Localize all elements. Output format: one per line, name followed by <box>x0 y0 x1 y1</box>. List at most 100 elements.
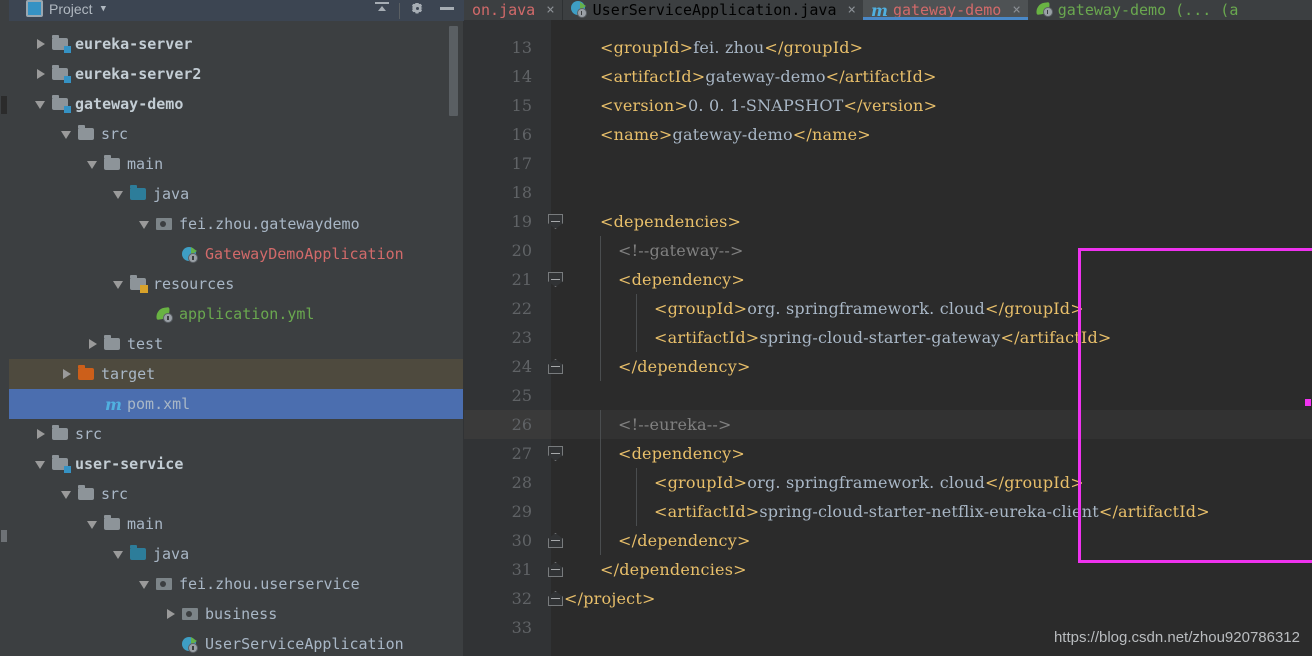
disclosure-open-icon[interactable] <box>35 459 46 470</box>
disclosure-open-icon[interactable] <box>87 519 98 530</box>
code-token: spring-cloud-starter-gateway <box>759 328 1001 347</box>
code-line[interactable]: 22 <groupId>org. springframework. cloud</… <box>464 294 1312 323</box>
disclosure-closed-icon[interactable] <box>165 608 176 620</box>
code-text: <dependency> <box>618 439 1312 468</box>
code-line[interactable]: 16 <name>gateway-demo</name> <box>464 120 1312 149</box>
tree-node-src[interactable]: src <box>9 119 464 149</box>
tree-node-main[interactable]: main <box>9 149 464 179</box>
disclosure-closed-icon[interactable] <box>35 68 46 80</box>
close-icon[interactable]: × <box>546 2 554 18</box>
disclosure-closed-icon[interactable] <box>35 428 46 440</box>
project-tree[interactable]: eureka-server eureka-server2 gateway-demo s… <box>9 21 464 656</box>
tree-node-java[interactable]: java <box>9 539 464 569</box>
tree-node-label: src <box>75 424 103 443</box>
code-line[interactable]: 30 </dependency> <box>464 526 1312 555</box>
editor-tab-gateway-demo-a[interactable]: gateway-demo (... (a <box>1028 0 1246 20</box>
code-line[interactable]: 14 <artifactId>gateway-demo</artifactId> <box>464 62 1312 91</box>
tree-node-business[interactable]: business <box>9 599 464 629</box>
disclosure-open-icon[interactable] <box>61 129 72 140</box>
disclosure-open-icon[interactable] <box>35 99 46 110</box>
code-token: > <box>849 38 864 57</box>
code-line[interactable]: 19 <dependencies> <box>464 207 1312 236</box>
disclosure-open-icon[interactable] <box>61 489 72 500</box>
settings-button[interactable] <box>402 0 432 19</box>
disclosure-open-icon[interactable] <box>113 549 124 560</box>
code-line[interactable]: 25 <box>464 381 1312 410</box>
code-line[interactable]: 28 <groupId>org. springframework. cloud</… <box>464 468 1312 497</box>
project-panel-title: Project <box>49 0 93 17</box>
indent-guide <box>636 497 637 526</box>
disclosure-open-icon[interactable] <box>139 579 150 590</box>
code-line[interactable]: 29 <artifactId>spring-cloud-starter-netfl… <box>464 497 1312 526</box>
code-line[interactable]: 24 </dependency> <box>464 352 1312 381</box>
tree-node-fei-zhou-gatewaydemo[interactable]: fei.zhou.gatewaydemo <box>9 209 464 239</box>
collapse-all-button[interactable] <box>367 0 397 19</box>
disclosure-open-icon[interactable] <box>139 219 150 230</box>
code-line[interactable]: 23 <artifactId>spring-cloud-starter-gatew… <box>464 323 1312 352</box>
tree-node-test[interactable]: test <box>9 329 464 359</box>
code-line[interactable]: 17 <box>464 149 1312 178</box>
project-tree-scrollbar[interactable] <box>449 26 458 116</box>
disclosure-open-icon[interactable] <box>113 189 124 200</box>
tree-node-src[interactable]: src <box>9 419 464 449</box>
tree-node-target[interactable]: target <box>9 359 464 389</box>
tree-node-label: java <box>153 184 190 203</box>
editor-tab-bar[interactable]: on.java × UserServiceApplication.java × m gat… <box>464 0 1312 20</box>
code-line[interactable]: 18 <box>464 178 1312 207</box>
chevron-down-icon[interactable]: ▼ <box>101 4 106 14</box>
code-line[interactable]: 13 <groupId>fei. zhou</groupId> <box>464 33 1312 62</box>
code-line[interactable]: 31 </dependencies> <box>464 555 1312 584</box>
tree-node-label: user-service <box>75 454 184 473</box>
editor-tab-on-java[interactable]: on.java × <box>464 0 562 20</box>
code-line[interactable]: 26 <!--eureka--> <box>464 410 1312 439</box>
close-icon[interactable]: × <box>848 2 856 18</box>
code-line[interactable]: 27 <dependency> <box>464 439 1312 468</box>
tree-node-userserviceapplication[interactable]: UserServiceApplication <box>9 629 464 656</box>
project-icon <box>26 0 43 17</box>
folder-icon <box>104 515 122 532</box>
line-number: 24 <box>511 357 532 376</box>
tree-node-src[interactable]: src <box>9 479 464 509</box>
code-token: artifactId <box>667 328 746 347</box>
tree-node-java[interactable]: java <box>9 179 464 209</box>
tree-node-resources[interactable]: resources <box>9 269 464 299</box>
tree-node-application-yml[interactable]: application.yml <box>9 299 464 329</box>
code-token: dependency <box>631 444 732 463</box>
code-editor[interactable]: 13 <groupId>fei. zhou</groupId> 14 <artifac… <box>464 20 1312 656</box>
disclosure-open-icon[interactable] <box>87 159 98 170</box>
tree-node-gateway-demo[interactable]: gateway-demo <box>9 89 464 119</box>
editor-tab-gateway-demo[interactable]: m gateway-demo × <box>862 0 1028 20</box>
tree-node-eureka-server2[interactable]: eureka-server2 <box>9 59 464 89</box>
close-icon[interactable]: × <box>1012 2 1020 18</box>
tree-node-main[interactable]: main <box>9 509 464 539</box>
disclosure-closed-icon[interactable] <box>35 38 46 50</box>
disclosure-closed-icon[interactable] <box>61 368 72 380</box>
code-line[interactable]: 21 <dependency> <box>464 265 1312 294</box>
code-token: > <box>736 531 751 550</box>
module-folder-icon <box>52 455 71 473</box>
indent-guide <box>600 468 601 497</box>
tree-node-label: GatewayDemoApplication <box>205 244 404 263</box>
tree-node-eureka-server[interactable]: eureka-server <box>9 29 464 59</box>
disclosure-open-icon[interactable] <box>113 279 124 290</box>
code-line[interactable]: 15 <version>0. 0. 1-SNAPSHOT</version> <box>464 91 1312 120</box>
code-token: < <box>618 444 632 463</box>
disclosure-closed-icon[interactable] <box>87 338 98 350</box>
code-token: <!--eureka--> <box>618 415 732 434</box>
tree-node-user-service[interactable]: user-service <box>9 449 464 479</box>
code-token: groupId <box>667 473 734 492</box>
code-token: > <box>923 96 938 115</box>
tree-node-pom-xml[interactable]: m pom.xml <box>9 389 464 419</box>
editor-tab-userserviceapplication-java[interactable]: UserServiceApplication.java × <box>563 0 863 20</box>
line-number: 28 <box>511 473 532 492</box>
minimize-button[interactable] <box>432 0 462 19</box>
tree-node-gatewaydemoapplication[interactable]: GatewayDemoApplication <box>9 239 464 269</box>
indent-guide <box>600 410 601 439</box>
toolbar-divider <box>399 2 400 19</box>
indent-guide <box>600 236 601 265</box>
code-token: > <box>1070 299 1084 318</box>
project-title-group[interactable]: Project ▼ <box>9 0 106 17</box>
code-line[interactable]: 32 </project> <box>464 584 1312 613</box>
code-line[interactable]: 20 <!--gateway--> <box>464 236 1312 265</box>
tree-node-fei-zhou-userservice[interactable]: fei.zhou.userservice <box>9 569 464 599</box>
